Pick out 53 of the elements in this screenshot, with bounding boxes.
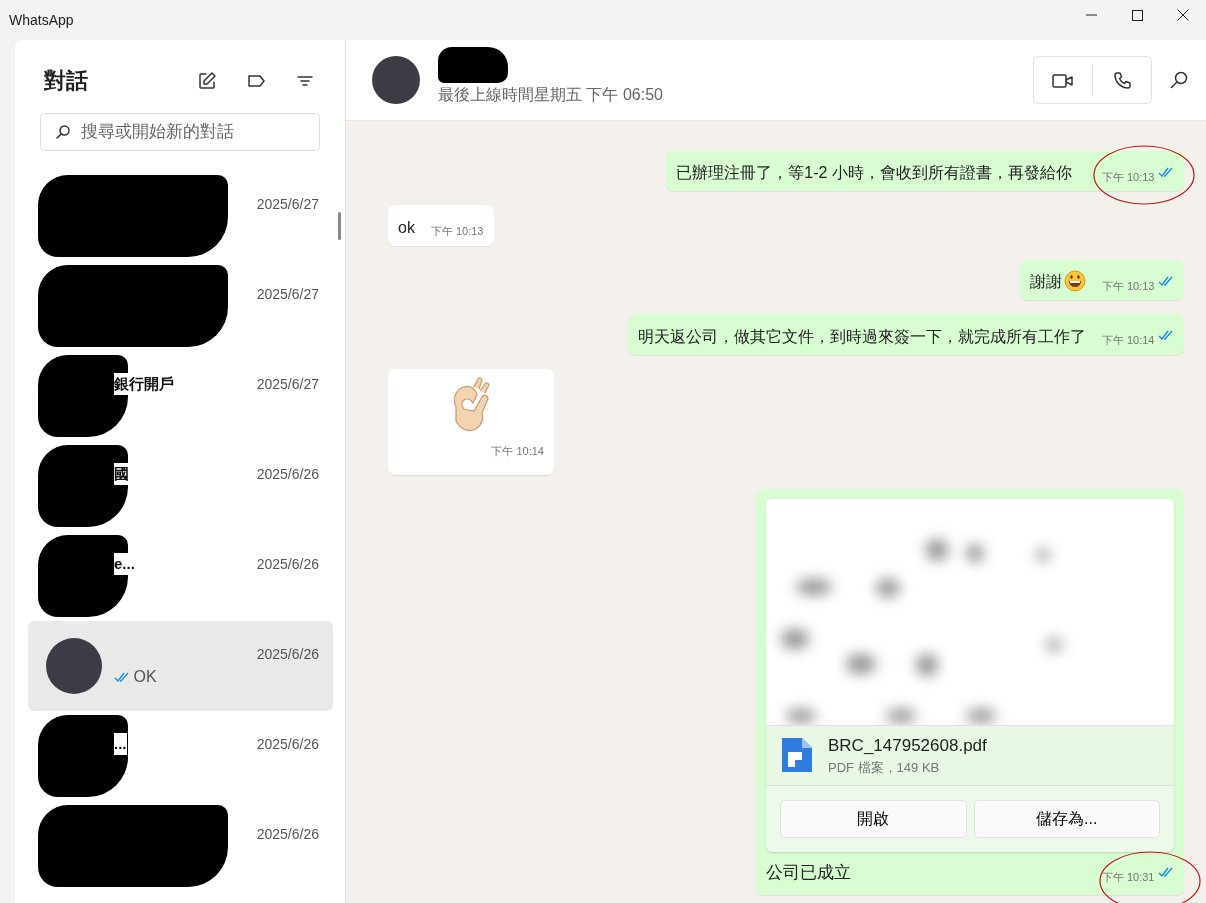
chat-date: 2025/6/27: [256, 374, 320, 394]
message-text: 明天返公司，做其它文件，到時過來簽一下，就完成所有工作了: [637, 326, 1086, 347]
message-time: 下午 10:14: [491, 443, 544, 459]
file-info: PDF 檔案，149 KB: [828, 759, 941, 777]
redaction-mark: [438, 47, 508, 83]
last-seen-status: 最後上線時間星期五 下午 06:50: [438, 85, 663, 105]
window-title: WhatsApp: [9, 10, 74, 30]
chat-date: 2025/6/27: [256, 284, 320, 304]
chat-date: 2025/6/27: [256, 194, 320, 214]
chat-list-item[interactable]: ... 2025/6/26: [28, 711, 333, 801]
message-time: 下午 10:13: [1101, 169, 1155, 185]
message-text: 謝謝: [1029, 272, 1062, 292]
avatar-placeholder: [46, 638, 102, 694]
video-camera-icon: [1052, 72, 1074, 89]
chat-list-item[interactable]: 銀行開戶 2025/6/27: [28, 351, 333, 441]
document-icon: [780, 736, 814, 774]
chat-date: 2025/6/26: [256, 464, 320, 484]
compose-icon: [197, 70, 217, 91]
message-time: 下午 10:13: [1101, 278, 1155, 294]
chat-list-item[interactable]: e... 2025/6/26: [28, 531, 333, 621]
close-icon: [1177, 9, 1189, 21]
file-name: BRC_147952608.pdf: [828, 734, 987, 757]
chat-list-item[interactable]: 2025/6/27: [28, 261, 333, 351]
phone-icon: [1112, 70, 1132, 91]
message-text: ok: [398, 217, 415, 238]
message-preview: OK: [133, 667, 157, 688]
chat-list-item[interactable]: 2025/6/26 OK: [28, 621, 333, 711]
chat-date: 2025/6/26: [256, 734, 320, 754]
document-action-button[interactable]: 開啟: [780, 799, 967, 838]
contact-name: 國: [114, 462, 129, 486]
sidebar-title: 對話: [44, 67, 88, 95]
chat-list-item[interactable]: 2025/6/27: [28, 171, 333, 261]
search-field[interactable]: 搜尋或開始新的對話: [40, 113, 320, 151]
minimize-icon: [1085, 14, 1097, 16]
contact-name: e...: [114, 552, 135, 576]
search-icon: [56, 125, 70, 139]
contact-name: ...: [114, 732, 127, 756]
chat-list-item[interactable]: 國 2025/6/26: [28, 441, 333, 531]
chat-date: 2025/6/26: [256, 824, 320, 844]
chat-list-item[interactable]: 2025/6/26: [28, 801, 333, 891]
scrollbar-thumb[interactable]: [338, 212, 341, 240]
message-time: 下午 10:14: [1101, 333, 1155, 348]
message-time: 下午 10:13: [430, 224, 484, 239]
document-action-button[interactable]: 儲存為...: [973, 799, 1160, 838]
contact-name: 銀行開戶: [114, 372, 174, 396]
maximize-icon: [1131, 9, 1143, 21]
search-icon: [1170, 71, 1188, 89]
message-text: 已辦理注冊了，等1-2 小時，會收到所有證書，再發給你: [676, 163, 1072, 183]
message-text: 公司已成立: [766, 861, 851, 884]
chat-date: 2025/6/26: [256, 554, 320, 574]
message-time: 下午 10:31: [1101, 869, 1155, 885]
contact-avatar-placeholder: [372, 56, 420, 104]
chat-date: 2025/6/26: [256, 644, 320, 664]
